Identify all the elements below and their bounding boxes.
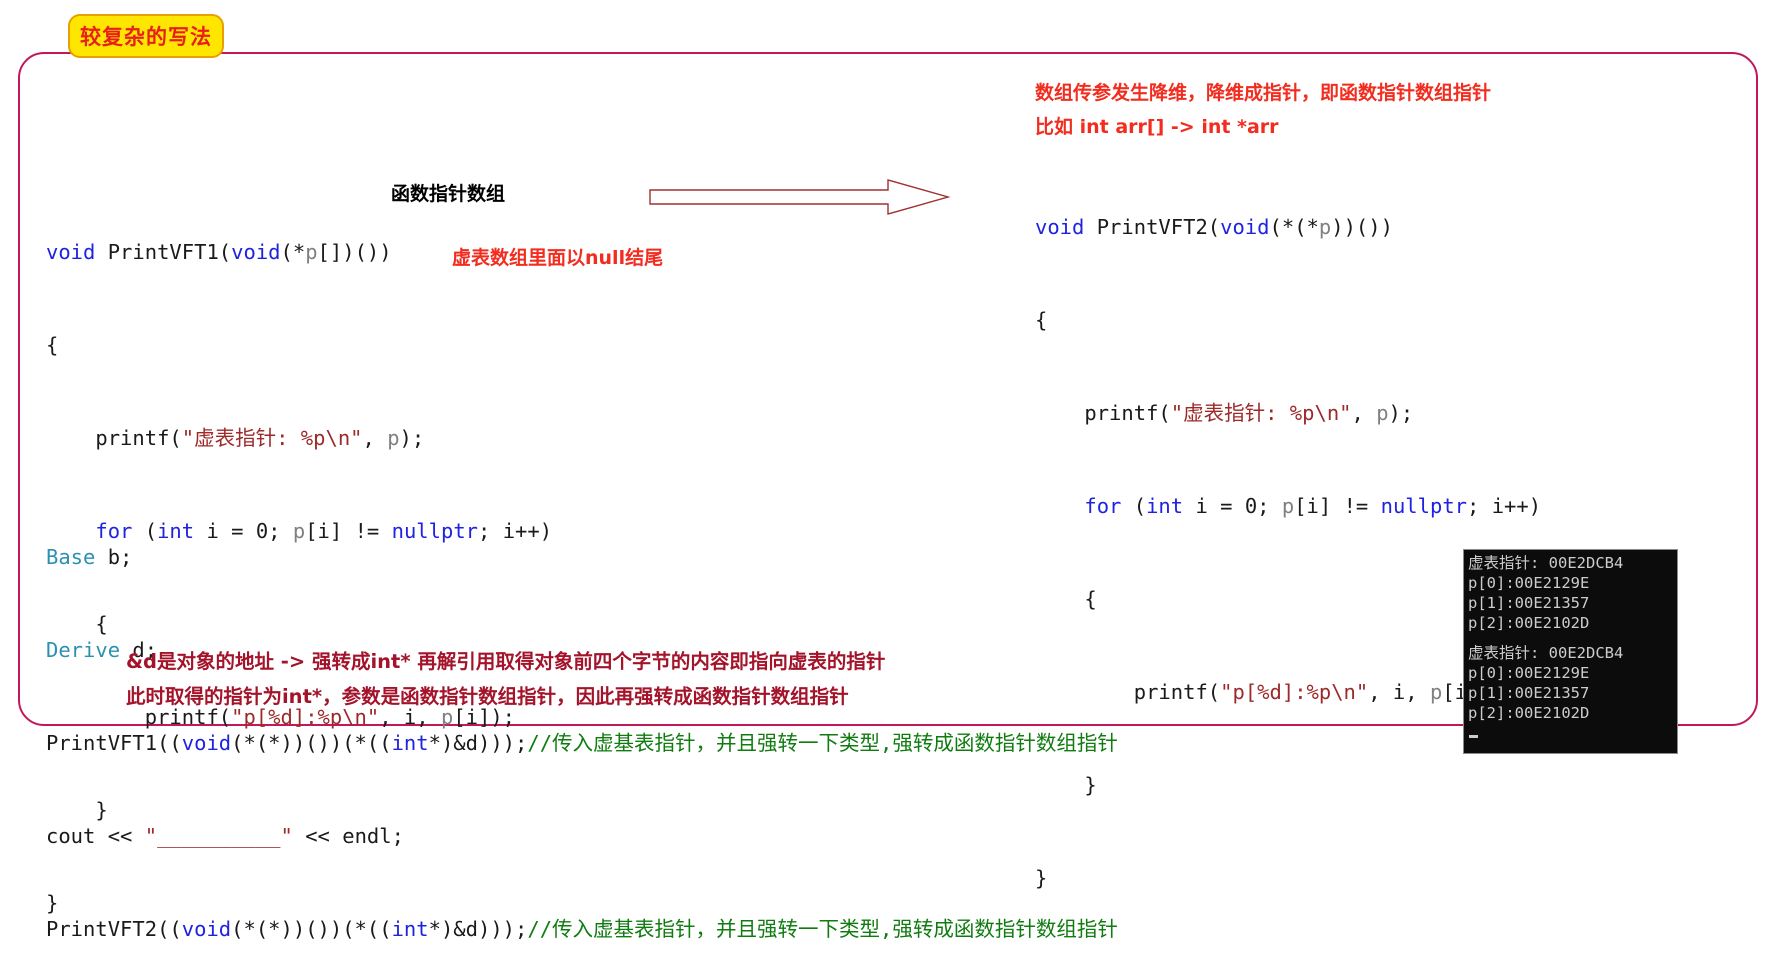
code-line: printf("虚表指针: %p\n", p); <box>46 423 552 454</box>
code-line: void PrintVFT2(void(*(*p))()) <box>1035 212 1541 243</box>
code-token: p <box>387 426 400 450</box>
console-line: p[0]:00E2129E <box>1468 664 1590 682</box>
code-token: PrintVFT1( <box>95 240 232 264</box>
code-token: "__________" <box>144 824 293 848</box>
code-token: ))()) <box>1331 215 1393 239</box>
null-terminated-note: 虚表数组里面以null结尾 <box>452 247 664 269</box>
console-line: p[1]:00E21357 <box>1468 684 1590 702</box>
code-token: void <box>231 240 281 264</box>
code-token: int <box>391 731 429 755</box>
code-token: //传入虚基表指针，并且强转一下类型,强转成函数指针数组指针 <box>527 731 1118 755</box>
code-token: PrintVFT2(( <box>46 917 182 941</box>
code-token: //传入虚基表指针，并且强转一下类型,强转成函数指针数组指针 <box>527 917 1118 941</box>
code-token: p <box>1376 401 1389 425</box>
code-token: i = 0; <box>1183 494 1282 518</box>
array-decay-note-line1: 数组传参发生降维，降维成指针，即函数指针数组指针 <box>1035 82 1492 104</box>
console-separator <box>1468 633 1673 643</box>
code-token: void <box>1220 215 1270 239</box>
code-line: { <box>46 330 552 361</box>
code-token: , i, <box>1368 680 1430 704</box>
code-token: ); <box>399 426 425 450</box>
code-token: p <box>1318 215 1332 239</box>
code-token: , <box>1351 401 1377 425</box>
code-token: (*(*))())(*(( <box>231 917 392 941</box>
array-decay-note-line2: 比如 int arr[] -> int *arr <box>1035 116 1279 138</box>
console-output-window: 虚表指针: 00E2DCB4 p[0]:00E2129E p[1]:00E213… <box>1463 549 1678 754</box>
code-token: (*(* <box>1269 215 1319 239</box>
code-line: PrintVFT2((void(*(*))())(*((int*)&d)));/… <box>46 914 1118 945</box>
code-token: << endl; <box>292 824 404 848</box>
code-token: ; i++) <box>1467 494 1542 518</box>
code-line: Base b; <box>46 542 1118 573</box>
code-token: nullptr <box>1380 494 1468 518</box>
code-token: { <box>46 333 59 357</box>
code-token: [])()) <box>317 240 392 264</box>
code-token: "虚表指针: %p\n" <box>181 426 363 450</box>
code-token: "p[%d]:%p\n" <box>1220 680 1369 704</box>
console-line: p[2]:00E2102D <box>1468 704 1590 722</box>
console-cursor <box>1469 735 1478 738</box>
code-token: void <box>46 240 96 264</box>
code-token: *)&d))); <box>428 917 528 941</box>
code-token: int <box>391 917 429 941</box>
code-token: "虚表指针: %p\n" <box>1170 401 1352 425</box>
code-token: Derive <box>46 638 121 662</box>
code-token: printf( <box>46 426 182 450</box>
code-token: printf( <box>1035 401 1171 425</box>
code-token: [i] != <box>1294 494 1381 518</box>
code-token: PrintVFT1(( <box>46 731 182 755</box>
bottom-note-line1: &d是对象的地址 -> 强转成int* 再解引用取得对象前四个字节的内容即指向虚… <box>126 650 886 673</box>
code-token: b; <box>95 545 133 569</box>
code-token: void <box>181 917 232 941</box>
title-badge: 较复杂的写法 <box>68 14 224 58</box>
title-badge-label: 较复杂的写法 <box>80 25 212 49</box>
code-token: p <box>1281 494 1295 518</box>
code-token: ); <box>1388 401 1414 425</box>
code-token: void <box>1035 215 1085 239</box>
code-token: { <box>1035 308 1048 332</box>
code-line: cout << "__________" << endl; <box>46 821 1118 852</box>
console-line: p[0]:00E2129E <box>1468 574 1590 592</box>
code-token: (* <box>280 240 306 264</box>
code-token: PrintVFT2( <box>1084 215 1221 239</box>
code-token: cout << <box>46 824 145 848</box>
code-line: { <box>1035 305 1541 336</box>
code-line: PrintVFT1((void(*(*))())(*((int*)&d)));/… <box>46 728 1118 759</box>
func-pointer-array-label: 函数指针数组 <box>391 183 506 205</box>
code-token: , <box>362 426 388 450</box>
code-line: printf("虚表指针: %p\n", p); <box>1035 398 1541 429</box>
code-token: (*(*))())(*(( <box>231 731 392 755</box>
code-token: int <box>1146 494 1184 518</box>
console-line: 虚表指针: 00E2DCB4 <box>1468 554 1624 572</box>
console-line: 虚表指针: 00E2DCB4 <box>1468 644 1624 662</box>
code-token: p <box>1429 680 1443 704</box>
code-token: Base <box>46 545 96 569</box>
bottom-code-block: Base b; Derive d; PrintVFT1((void(*(*))(… <box>46 480 1118 976</box>
code-token: p <box>305 240 318 264</box>
bottom-note-line2: 此时取得的指针为int*，参数是函数指针数组指针，因此再强转成函数指针数组指针 <box>126 685 849 708</box>
code-token: void <box>181 731 232 755</box>
console-line: p[2]:00E2102D <box>1468 614 1590 632</box>
console-line: p[1]:00E21357 <box>1468 594 1590 612</box>
code-token: ( <box>1121 494 1147 518</box>
code-token: *)&d))); <box>428 731 528 755</box>
